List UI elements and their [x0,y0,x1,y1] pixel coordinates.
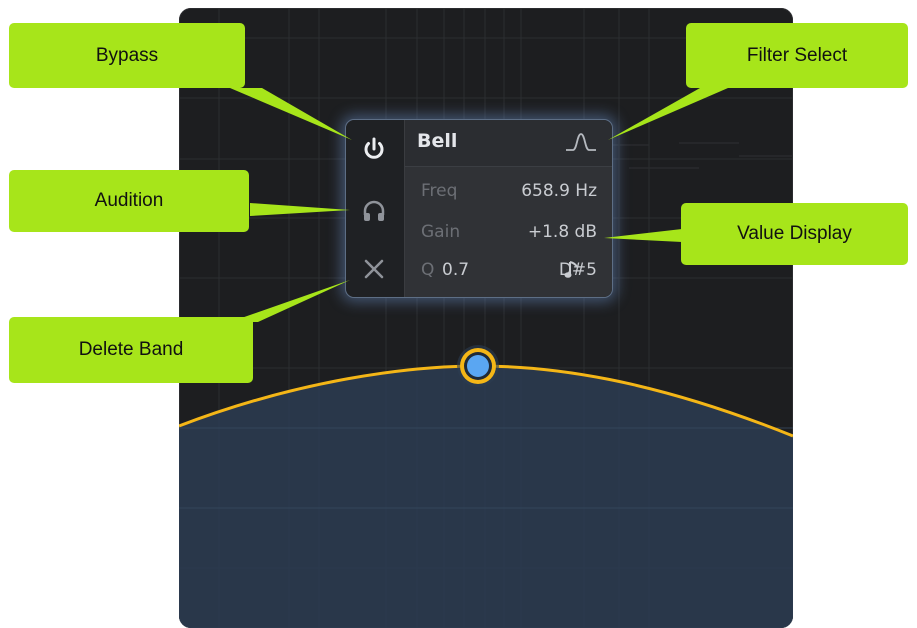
value-display[interactable]: Freq 658.9 Hz Gain +1.8 dB Q 0.7 D#5 [405,167,612,297]
eq-panel[interactable] [179,8,793,628]
filter-select-callout: Filter Select [686,23,908,88]
band-node-handle[interactable] [456,344,500,388]
power-icon[interactable] [359,134,389,164]
gain-value[interactable]: +1.8 dB [528,222,597,242]
band-node[interactable] [456,344,500,388]
freq-value[interactable]: 658.9 Hz [521,181,597,201]
freq-label: Freq [421,181,458,201]
bell-curve-icon [566,133,596,151]
close-icon[interactable] [359,254,389,284]
band-action-bar [346,120,405,297]
bypass-callout-text: Bypass [95,44,159,66]
delete-band-callout: Delete Band [9,317,253,383]
filter-type-label: Bell [417,130,458,152]
value-display-callout: Value Display [681,203,908,265]
bypass-callout: Bypass [9,23,245,88]
audition-callout-text: Audition [94,190,164,211]
q-value[interactable]: 0.7 [442,260,469,280]
gain-label: Gain [421,222,461,242]
headphones-icon[interactable] [359,196,389,226]
value-display-callout-text: Value Display [737,223,852,244]
delete-band-callout-text: Delete Band [78,339,184,360]
q-label: Q [421,260,435,280]
audition-callout: Audition [9,170,249,232]
band-popup: Bell Freq 658.9 Hz Gain +1.8 dB Q 0.7 D#… [345,119,613,298]
filter-select-callout-text: Filter Select [746,44,848,66]
filter-select[interactable]: Bell [405,120,612,167]
eq-curve [179,364,793,628]
note-value: D#5 [558,260,597,280]
